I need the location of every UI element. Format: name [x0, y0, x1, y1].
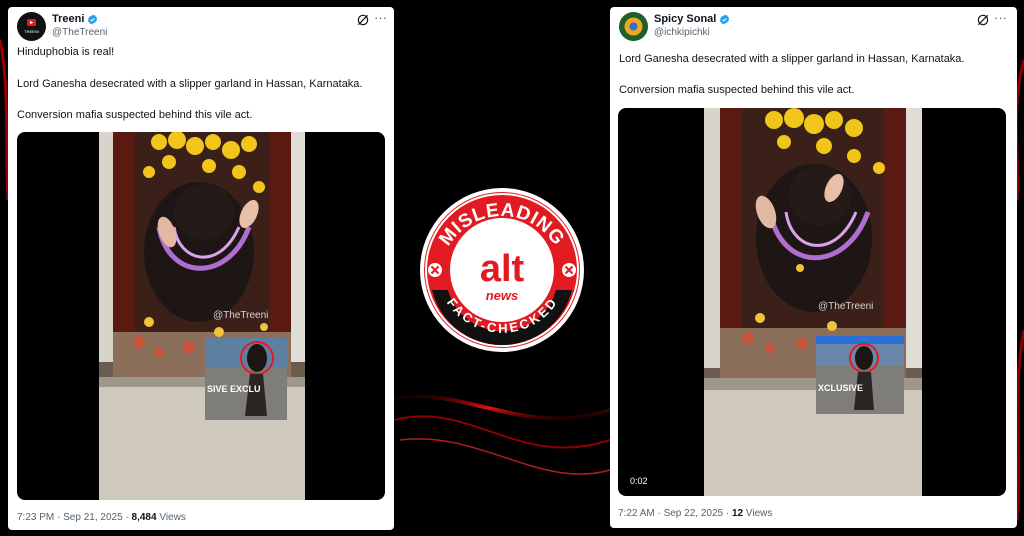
tweet-card-left: TREENI Treeni @TheTreeni ··· Hinduphobia… — [8, 7, 394, 530]
tweet-header: TREENI Treeni @TheTreeni ··· — [8, 7, 394, 47]
avatar[interactable]: TREENI — [17, 12, 46, 41]
verified-icon — [720, 13, 730, 25]
video-frame — [704, 108, 922, 496]
avatar[interactable] — [619, 12, 648, 41]
tweet-text-line: Lord Ganesha desecrated with a slipper g… — [619, 53, 965, 65]
tweet-video[interactable]: @TheTreeni SIVE EXCLU — [17, 132, 385, 500]
video-duration: 0:02 — [626, 474, 652, 488]
tweet-timestamp[interactable]: 7:23 PM · Sep 21, 2025 · — [17, 512, 132, 523]
more-icon[interactable]: ··· — [374, 10, 387, 25]
author-name-row[interactable]: Treeni — [52, 13, 98, 25]
badge-logo-main: alt — [480, 248, 525, 290]
badge-logo-sub: news — [486, 288, 519, 303]
video-inset: XCLUSIVE — [816, 336, 904, 414]
grok-icon[interactable] — [356, 13, 370, 27]
video-inset: SIVE EXCLU — [205, 338, 287, 420]
author-handle[interactable]: @TheTreeni — [52, 27, 107, 38]
tweet-card-right: Spicy Sonal @ichkipichki ··· Lord Ganesh… — [610, 7, 1017, 528]
misleading-badge: MISLEADING FACT-CHECKED alt news — [420, 188, 584, 352]
cross-icon — [428, 263, 442, 277]
tweet-header: Spicy Sonal @ichkipichki ··· — [610, 7, 1017, 47]
view-count: 8,484 — [131, 512, 157, 523]
verified-icon — [88, 13, 98, 25]
video-watermark: @TheTreeni — [818, 301, 874, 312]
author-name[interactable]: Spicy Sonal — [654, 13, 716, 25]
inset-label: SIVE EXCLU — [207, 384, 261, 394]
inset-label: XCLUSIVE — [818, 383, 864, 393]
author-name-row[interactable]: Spicy Sonal — [654, 13, 730, 25]
views-label: Views — [743, 508, 773, 519]
tweet-text-line: Hinduphobia is real! — [17, 46, 115, 58]
more-icon[interactable]: ··· — [994, 10, 1007, 25]
tweet-footer: 7:23 PM · Sep 21, 2025 · 8,484 Views — [17, 512, 186, 523]
tweet-text-line: Lord Ganesha desecrated with a slipper g… — [17, 78, 363, 90]
avatar-label: TREENI — [24, 29, 39, 34]
tweet-text-line: Conversion mafia suspected behind this v… — [619, 84, 855, 96]
tweet-timestamp[interactable]: 7:22 AM · Sep 22, 2025 · — [618, 508, 732, 519]
tweet-text-line: Conversion mafia suspected behind this v… — [17, 109, 253, 121]
cross-icon — [562, 263, 576, 277]
tweet-video[interactable]: @TheTreeni XCLUSIVE 0:02 — [618, 108, 1006, 496]
author-handle[interactable]: @ichkipichki — [654, 27, 710, 38]
views-label: Views — [156, 512, 186, 523]
view-count: 12 — [731, 508, 744, 519]
tweet-footer: 7:22 AM · Sep 22, 2025 · 12 Views — [618, 508, 772, 519]
author-name[interactable]: Treeni — [52, 13, 84, 25]
video-watermark: @TheTreeni — [213, 310, 269, 321]
video-frame — [99, 132, 305, 500]
grok-icon[interactable] — [976, 13, 990, 27]
